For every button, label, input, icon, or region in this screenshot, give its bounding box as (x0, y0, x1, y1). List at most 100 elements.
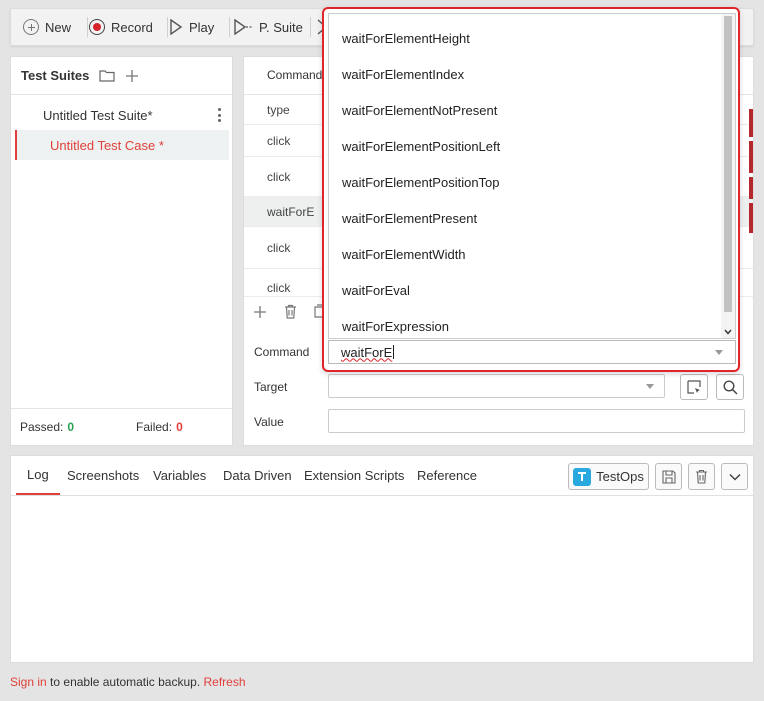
list-item[interactable]: waitForEval (329, 272, 725, 308)
suggestion-label: waitForEval (342, 282, 410, 298)
add-command-icon[interactable] (253, 305, 267, 319)
backup-message: to enable automatic backup. (50, 675, 201, 689)
backup-status: Sign in to enable automatic backup. Refr… (10, 675, 246, 689)
list-item[interactable]: waitForExpression (329, 308, 725, 338)
list-item[interactable]: waitForElementPresent (329, 200, 725, 236)
tab-label: Reference (417, 468, 477, 483)
command-cell: click (267, 133, 291, 148)
trash-icon (696, 469, 707, 484)
new-button[interactable]: New (13, 9, 81, 45)
tab-variables[interactable]: Variables (153, 456, 206, 495)
scrollbar-thumb[interactable] (724, 16, 732, 312)
suggestion-label: waitForElementIndex (342, 66, 465, 82)
failed-label: Failed: (136, 420, 173, 434)
suggestion-label: waitForElementHeight (342, 30, 470, 46)
refresh-link[interactable]: Refresh (204, 675, 246, 689)
add-icon[interactable] (125, 69, 139, 83)
testops-label: TestOps (596, 469, 644, 484)
command-autocomplete-popup: waitForElementHeight waitForElementIndex… (322, 7, 740, 372)
tab-screenshots[interactable]: Screenshots (67, 456, 139, 495)
text-cursor (393, 345, 395, 359)
more-options-icon[interactable] (218, 108, 222, 122)
failed-count: 0 (176, 420, 183, 434)
clear-log-button[interactable] (688, 463, 715, 490)
save-icon (661, 469, 676, 484)
search-icon (722, 379, 738, 395)
results-footer: Passed: 0 Failed: 0 (11, 408, 232, 445)
panel-title: Test Suites (21, 68, 90, 83)
suggestion-label: waitForExpression (342, 318, 449, 334)
collapse-panel-button[interactable] (721, 463, 748, 490)
suite-name: Untitled Test Suite* (43, 107, 153, 123)
select-target-button[interactable] (680, 374, 708, 400)
suggestion-label: waitForElementPositionLeft (342, 138, 501, 154)
test-case-item[interactable]: Untitled Test Case * (15, 130, 229, 160)
tab-label: Variables (153, 468, 207, 483)
console-panel: Log Screenshots Variables Data Driven Ex… (10, 455, 754, 663)
tab-reference[interactable]: Reference (417, 456, 477, 495)
tab-label: Screenshots (67, 468, 140, 483)
play-suite-button-label: P. Suite (259, 19, 303, 35)
tab-label: Extension Scripts (304, 468, 405, 483)
console-tabs: Log Screenshots Variables Data Driven Ex… (11, 456, 753, 496)
test-suites-panel: Test Suites Untitled Test Suite* Untitle… (10, 56, 233, 446)
record-icon (89, 19, 105, 35)
suggestion-label: waitForElementNotPresent (342, 102, 498, 118)
test-suites-header: Test Suites (11, 57, 232, 95)
list-item[interactable]: waitForElementIndex (329, 56, 725, 92)
breakpoint-strip (749, 203, 753, 233)
command-field-label: Command (254, 345, 310, 359)
new-button-label: New (45, 19, 72, 35)
list-item[interactable]: waitForElementPositionLeft (329, 128, 725, 164)
list-item[interactable]: waitForElementPositionTop (329, 164, 725, 200)
command-cell: click (267, 240, 291, 255)
scroll-down-icon[interactable] (724, 329, 732, 335)
scrollbar[interactable] (721, 14, 735, 338)
tab-data-driven[interactable]: Data Driven (223, 456, 292, 495)
test-suite-item[interactable]: Untitled Test Suite* (11, 101, 232, 129)
target-field-label: Target (254, 380, 288, 394)
suggestion-label: waitForElementWidth (342, 246, 466, 262)
list-item[interactable]: waitForElementNotPresent (329, 92, 725, 128)
command-input-value: waitForE (341, 344, 393, 360)
chevron-down-icon (715, 350, 723, 355)
tab-label: Data Driven (223, 468, 292, 483)
command-cell: waitForE (267, 204, 315, 219)
play-suite-icon (234, 19, 252, 35)
play-suite-button[interactable]: P. Suite (223, 9, 313, 45)
list-item[interactable]: waitForElementHeight (329, 20, 725, 56)
passed-count: 0 (67, 420, 75, 434)
testops-logo-icon (573, 467, 592, 486)
list-item[interactable]: waitForElementWidth (329, 236, 725, 272)
command-suggestion-list: waitForElementHeight waitForElementIndex… (328, 13, 736, 339)
command-cell: type (267, 102, 290, 117)
tab-extension-scripts[interactable]: Extension Scripts (304, 456, 404, 495)
command-column-header: Command (267, 68, 323, 82)
play-button-label: Play (189, 19, 215, 35)
value-field-label: Value (254, 415, 284, 429)
play-button[interactable]: Play (159, 9, 224, 45)
suggestion-label: waitForElementPositionTop (342, 174, 500, 190)
folder-icon[interactable] (99, 69, 115, 82)
tab-log[interactable]: Log (16, 456, 60, 495)
testops-button[interactable]: TestOps (568, 463, 649, 490)
sign-in-link[interactable]: Sign in (10, 675, 47, 689)
add-circle-icon (23, 19, 39, 35)
trash-icon[interactable] (284, 304, 297, 319)
toolbar-divider (310, 17, 311, 37)
element-select-icon (687, 380, 701, 394)
command-cell: click (267, 169, 291, 184)
find-target-button[interactable] (716, 374, 744, 400)
command-input[interactable]: waitForE (328, 340, 736, 364)
command-cell: click (267, 281, 291, 295)
tab-label: Log (27, 467, 49, 482)
target-input[interactable] (328, 374, 665, 398)
record-button[interactable]: Record (79, 9, 163, 45)
log-area (11, 496, 753, 662)
value-input[interactable] (328, 409, 745, 433)
play-icon (170, 19, 183, 35)
chevron-down-icon (728, 473, 741, 481)
save-log-button[interactable] (655, 463, 682, 490)
suggestion-label: waitForElementPresent (342, 210, 478, 226)
breakpoint-strip (749, 109, 753, 137)
